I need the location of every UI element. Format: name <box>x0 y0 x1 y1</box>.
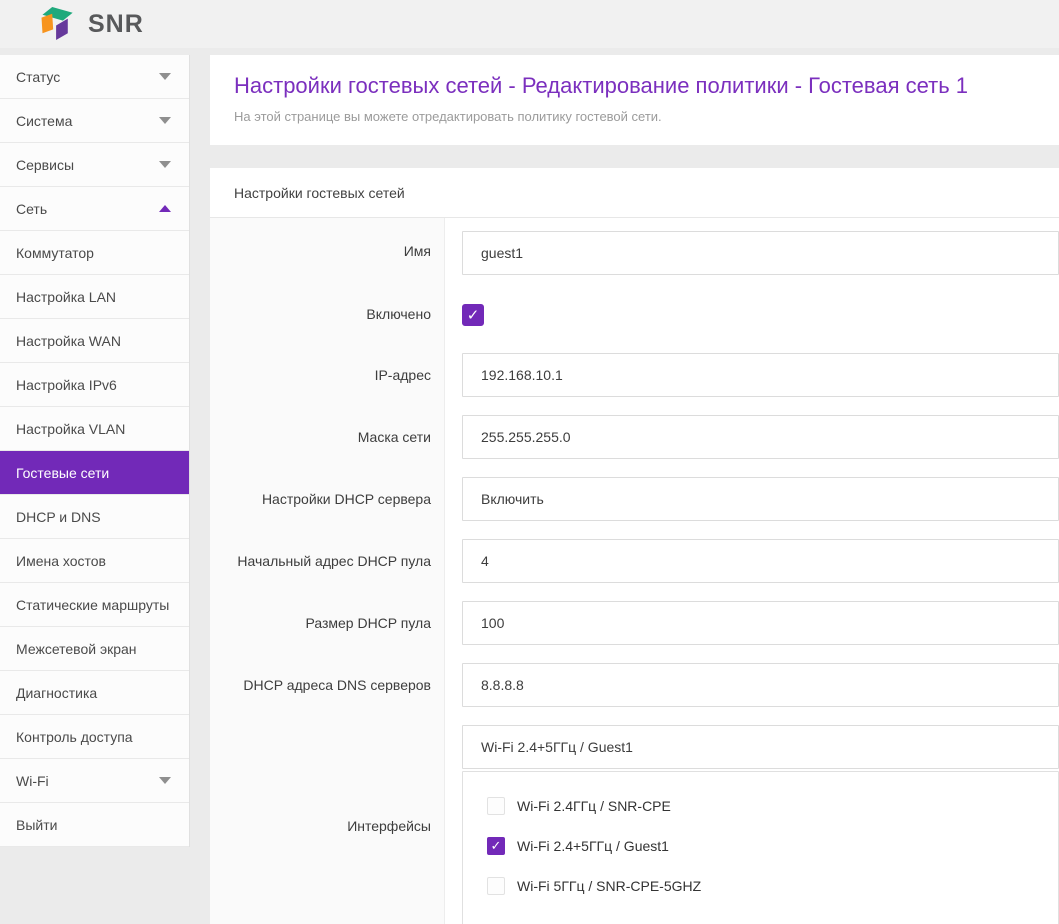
sidebar-item-vlan[interactable]: Настройка VLAN <box>0 407 189 451</box>
form-row-ip: IP-адрес <box>210 344 1059 406</box>
form-row-dhcp-start: Начальный адрес DHCP пула <box>210 530 1059 592</box>
sidebar-item-logout[interactable]: Выйти <box>0 803 189 847</box>
sidebar-item-firewall[interactable]: Межсетевой экран <box>0 627 189 671</box>
brand-logo: SNR <box>40 6 144 42</box>
sidebar-item-dhcp-dns[interactable]: DHCP и DNS <box>0 495 189 539</box>
sidebar-item-label: Статические маршруты <box>16 597 169 613</box>
interface-option-label: Wi-Fi 2.4+5ГГц / Guest1 <box>517 838 669 854</box>
interface-option-label: Wi-Fi 5ГГц / SNR-CPE-5GHZ <box>517 878 701 894</box>
chevron-up-icon <box>159 205 171 212</box>
dhcp-dns-field-label: DHCP адреса DNS серверов <box>210 654 445 716</box>
ip-field-label: IP-адрес <box>210 344 445 406</box>
interfaces-options-box: Wi-Fi 2.4ГГц / SNR-CPE Wi-Fi 2.4+5ГГц / … <box>462 771 1059 924</box>
sidebar-item-static-routes[interactable]: Статические маршруты <box>0 583 189 627</box>
dhcp-size-field-label: Размер DHCP пула <box>210 592 445 654</box>
ip-address-input[interactable] <box>462 353 1059 397</box>
sidebar-item-label: Диагностика <box>16 685 97 701</box>
sidebar-item-wifi[interactable]: Wi-Fi <box>0 759 189 803</box>
sidebar-item-label: Гостевые сети <box>16 465 109 481</box>
guest-network-form-card: Настройки гостевых сетей Имя Включено IP… <box>210 168 1059 924</box>
form-row-dhcp-server: Настройки DHCP сервера Включить <box>210 468 1059 530</box>
interface-option-24-5ghz-guest1[interactable]: Wi-Fi 2.4+5ГГц / Guest1 <box>487 826 1058 866</box>
main-content: Настройки гостевых сетей - Редактировани… <box>210 55 1059 924</box>
interface-option-label: Wi-Fi 2.4ГГц / SNR-CPE <box>517 798 671 814</box>
sidebar-item-label: Wi-Fi <box>16 773 49 789</box>
interface-option-24ghz[interactable]: Wi-Fi 2.4ГГц / SNR-CPE <box>487 786 1058 826</box>
form-row-netmask: Маска сети <box>210 406 1059 468</box>
chevron-down-icon <box>159 777 171 784</box>
form-row-dhcp-dns: DHCP адреса DNS серверов <box>210 654 1059 716</box>
sidebar-item-label: Настройка VLAN <box>16 421 125 437</box>
sidebar-item-wan[interactable]: Настройка WAN <box>0 319 189 363</box>
enabled-field-label: Включено <box>210 284 445 344</box>
dhcp-start-field-label: Начальный адрес DHCP пула <box>210 530 445 592</box>
form-row-name: Имя <box>210 218 1059 284</box>
sidebar-item-label: Настройка IPv6 <box>16 377 117 393</box>
checkbox-icon[interactable] <box>487 797 505 815</box>
sidebar-item-label: Сервисы <box>16 157 74 173</box>
sidebar-item-label: Межсетевой экран <box>16 641 137 657</box>
sidebar-item-label: Настройка WAN <box>16 333 121 349</box>
checkbox-icon[interactable] <box>487 837 505 855</box>
page-subtitle: На этой странице вы можете отредактирова… <box>234 109 1035 124</box>
checkbox-icon[interactable] <box>487 877 505 895</box>
sidebar-item-ipv6[interactable]: Настройка IPv6 <box>0 363 189 407</box>
brand-name: SNR <box>88 10 144 39</box>
sidebar-item-lan[interactable]: Настройка LAN <box>0 275 189 319</box>
sidebar-item-label: DHCP и DNS <box>16 509 101 525</box>
chevron-down-icon <box>159 73 171 80</box>
name-input[interactable] <box>462 231 1059 275</box>
enabled-checkbox[interactable] <box>462 304 484 326</box>
sidebar-item-switch[interactable]: Коммутатор <box>0 231 189 275</box>
name-field-label: Имя <box>210 218 445 284</box>
sidebar-item-label: Контроль доступа <box>16 729 133 745</box>
form-row-enabled: Включено <box>210 284 1059 344</box>
dhcp-server-field-label: Настройки DHCP сервера <box>210 468 445 530</box>
sidebar-item-status[interactable]: Статус <box>0 55 189 99</box>
sidebar-item-label: Система <box>16 113 72 129</box>
interfaces-select[interactable]: Wi-Fi 2.4+5ГГц / Guest1 <box>462 725 1059 769</box>
top-bar: SNR <box>0 0 1059 48</box>
dhcp-server-select[interactable]: Включить <box>462 477 1059 521</box>
dhcp-pool-size-input[interactable] <box>462 601 1059 645</box>
sidebar-item-access-control[interactable]: Контроль доступа <box>0 715 189 759</box>
interfaces-field-label: Интерфейсы <box>210 716 445 924</box>
chevron-down-icon <box>159 161 171 168</box>
sidebar-item-label: Имена хостов <box>16 553 106 569</box>
form-card-title: Настройки гостевых сетей <box>210 168 1059 218</box>
sidebar-item-diagnostics[interactable]: Диагностика <box>0 671 189 715</box>
form-row-dhcp-size: Размер DHCP пула <box>210 592 1059 654</box>
interface-option-5ghz[interactable]: Wi-Fi 5ГГц / SNR-CPE-5GHZ <box>487 866 1058 906</box>
sidebar-item-hostnames[interactable]: Имена хостов <box>0 539 189 583</box>
sidebar-item-label: Настройка LAN <box>16 289 116 305</box>
sidebar-item-services[interactable]: Сервисы <box>0 143 189 187</box>
sidebar-item-label: Статус <box>16 69 60 85</box>
netmask-field-label: Маска сети <box>210 406 445 468</box>
page-title: Настройки гостевых сетей - Редактировани… <box>234 73 1035 99</box>
dhcp-start-input[interactable] <box>462 539 1059 583</box>
sidebar-item-guest-networks[interactable]: Гостевые сети <box>0 451 189 495</box>
chevron-down-icon <box>159 117 171 124</box>
sidebar-item-label: Сеть <box>16 201 47 217</box>
sidebar-item-label: Выйти <box>16 817 57 833</box>
sidebar-item-network[interactable]: Сеть <box>0 187 189 231</box>
snr-cube-icon <box>40 6 80 42</box>
form-row-interfaces: Интерфейсы Wi-Fi 2.4+5ГГц / Guest1 Wi-Fi… <box>210 716 1059 924</box>
sidebar: Статус Система Сервисы Сеть Коммутатор Н… <box>0 55 190 847</box>
sidebar-item-system[interactable]: Система <box>0 99 189 143</box>
netmask-input[interactable] <box>462 415 1059 459</box>
page-header-card: Настройки гостевых сетей - Редактировани… <box>210 55 1059 145</box>
dhcp-dns-input[interactable] <box>462 663 1059 707</box>
sidebar-item-label: Коммутатор <box>16 245 94 261</box>
